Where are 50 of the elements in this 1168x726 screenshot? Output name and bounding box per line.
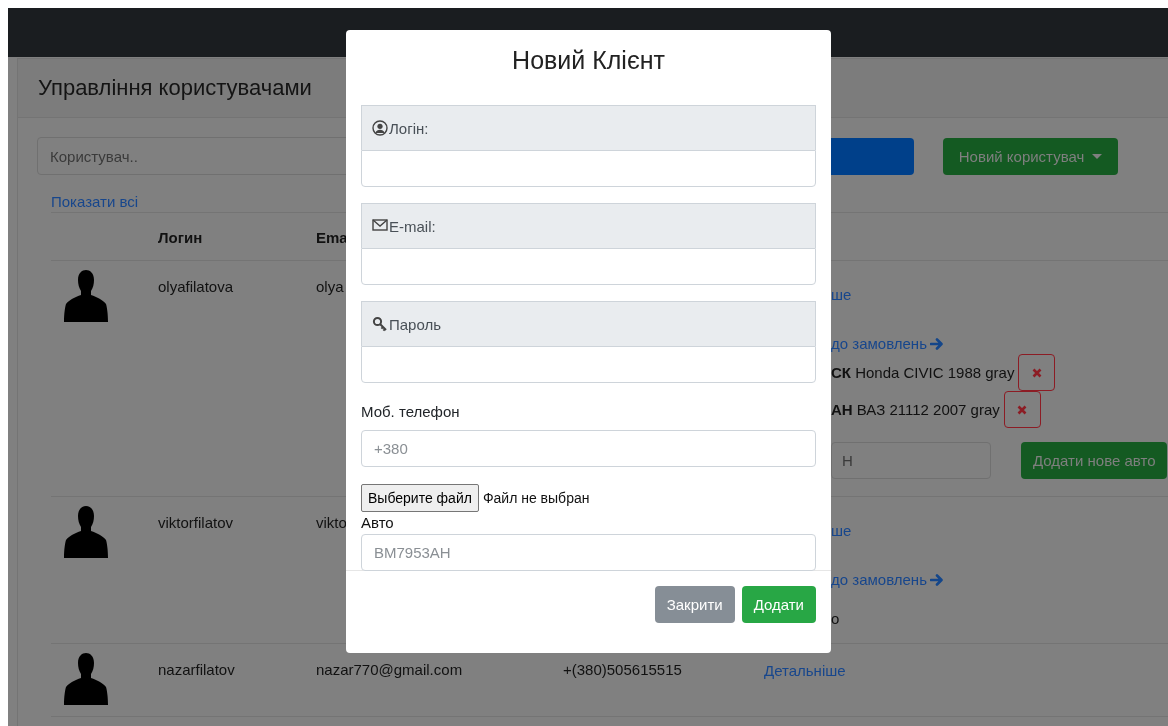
caret-icon bbox=[1092, 153, 1103, 159]
car-field[interactable]: BM7953AH bbox=[361, 534, 816, 571]
file-status: Файл не выбран bbox=[482, 490, 590, 506]
page-title: Управління користувачами bbox=[38, 75, 312, 101]
input-field[interactable] bbox=[361, 346, 816, 383]
add-button[interactable]: Додати bbox=[741, 586, 816, 623]
new-user-button[interactable]: Новий користувач bbox=[943, 137, 1118, 175]
user-email: olya bbox=[316, 278, 344, 295]
user-login: nazarfilatov bbox=[158, 661, 235, 678]
key-icon bbox=[372, 316, 388, 332]
input-field[interactable] bbox=[361, 248, 816, 285]
field-label: Авто bbox=[361, 514, 395, 531]
person-icon bbox=[64, 270, 108, 322]
input-field[interactable] bbox=[361, 150, 816, 187]
details-link[interactable]: ше bbox=[831, 285, 852, 305]
orders-link[interactable]: до замовлень bbox=[831, 334, 927, 354]
field-label: Логін: bbox=[389, 119, 429, 137]
phone-field[interactable]: +380 bbox=[361, 430, 816, 467]
user-login: olyafilatova bbox=[158, 278, 234, 295]
person-icon bbox=[64, 506, 108, 558]
arrow-right-icon bbox=[929, 573, 944, 587]
user-circle-icon bbox=[372, 120, 388, 136]
column-header: Ema bbox=[316, 229, 348, 246]
user-email: vikto bbox=[316, 514, 347, 531]
car-entry: АН ВАЗ 21112 2007 gray bbox=[831, 401, 1000, 418]
field-label: E-mail: bbox=[389, 217, 436, 235]
column-header: Логин bbox=[158, 229, 203, 246]
row-text: о bbox=[831, 610, 841, 627]
envelope-icon bbox=[372, 218, 388, 234]
arrow-right-icon bbox=[929, 337, 944, 351]
close-button[interactable]: Закрити bbox=[654, 586, 735, 623]
car-entry: СК Honda CIVIC 1988 gray bbox=[831, 364, 1015, 381]
show-all-link[interactable]: Показати всі bbox=[51, 193, 139, 211]
delete-button[interactable] bbox=[1003, 391, 1041, 428]
details-link[interactable]: ше bbox=[831, 521, 852, 541]
choose-file-button[interactable]: Выберите файл bbox=[361, 484, 479, 512]
person-icon bbox=[64, 653, 108, 705]
x-icon bbox=[1031, 367, 1042, 378]
user-email: nazar770@gmail.com bbox=[316, 661, 463, 678]
user-phone: +(380)505615515 bbox=[563, 661, 682, 678]
user-login: viktorfilatov bbox=[158, 514, 234, 531]
x-icon bbox=[1017, 404, 1028, 415]
orders-link[interactable]: до замовлень bbox=[831, 570, 927, 590]
modal-title: Новий Клієнт bbox=[511, 45, 666, 76]
field-label: Моб. телефон bbox=[361, 403, 461, 420]
details-link[interactable]: Детальніше bbox=[764, 661, 846, 681]
delete-button[interactable] bbox=[1018, 354, 1056, 391]
add-car-button[interactable]: Додати нове авто bbox=[1021, 442, 1168, 479]
field-label: Пароль bbox=[389, 315, 442, 333]
car-number-field[interactable]: Н bbox=[831, 442, 991, 479]
